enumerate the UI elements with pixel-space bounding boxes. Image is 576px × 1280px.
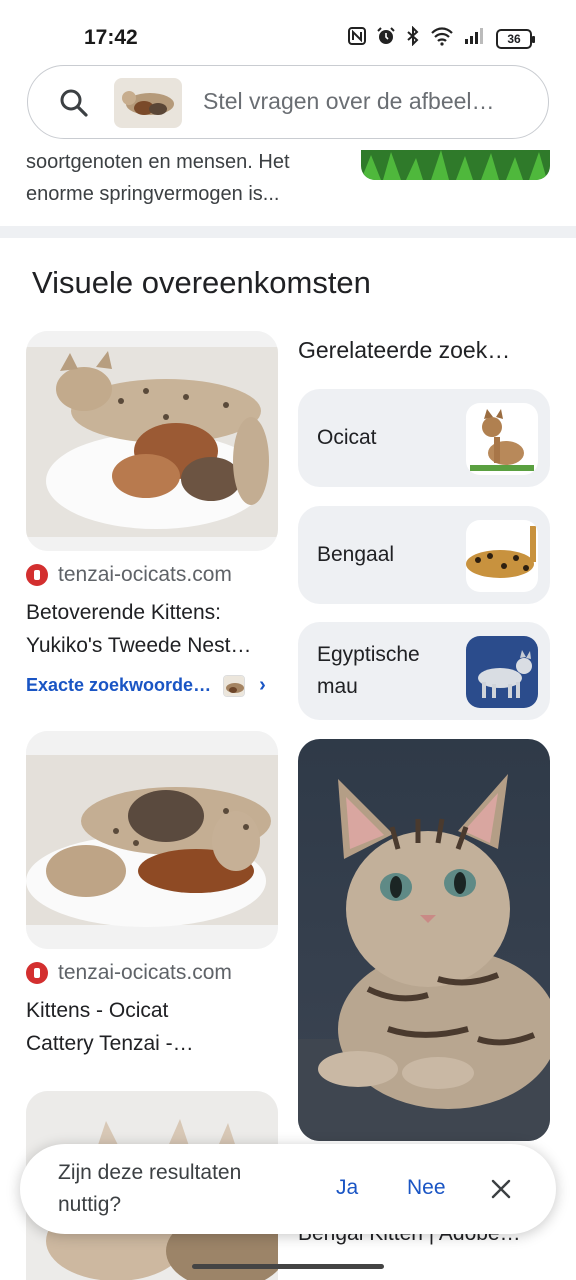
- result-title-line: Betoverende Kittens:: [26, 601, 221, 624]
- exact-match-thumbnail: [223, 674, 246, 697]
- feedback-question: Zijn deze resultaten nuttig?: [58, 1157, 298, 1221]
- search-icon[interactable]: [58, 87, 90, 119]
- nfc-icon: [348, 27, 366, 50]
- related-chip-bengaal[interactable]: Bengaal: [298, 506, 550, 604]
- site-favicon-icon: [26, 564, 48, 586]
- chip-label-line: mau: [317, 675, 358, 698]
- exact-match-link[interactable]: Exacte zoekwoorde… ›: [26, 674, 278, 697]
- related-image-bengal-kitten[interactable]: [298, 739, 550, 1141]
- result-image[interactable]: [26, 731, 278, 949]
- result-title[interactable]: Kittens - Ocicat Cattery Tenzai -…: [26, 994, 278, 1060]
- snippet-image[interactable]: [361, 150, 550, 180]
- related-chip-egyptische-mau[interactable]: Egyptische mau: [298, 622, 550, 720]
- feedback-prompt: Zijn deze resultaten nuttig? Ja Nee: [20, 1144, 556, 1234]
- chip-label: Egyptische mau: [317, 639, 420, 703]
- result-image[interactable]: [26, 331, 278, 551]
- feedback-yes-button[interactable]: Ja: [336, 1176, 358, 1200]
- alarm-icon: [376, 26, 396, 51]
- result-title[interactable]: Betoverende Kittens: Yukiko's Tweede Nes…: [26, 596, 278, 662]
- related-chip-ocicat[interactable]: Ocicat: [298, 389, 550, 487]
- status-icons: 36: [348, 25, 535, 51]
- section-title: Visuele overeenkomsten: [32, 265, 371, 300]
- search-image-thumbnail[interactable]: [114, 78, 182, 128]
- signal-icon: [464, 27, 486, 50]
- exact-match-label[interactable]: Exacte zoekwoorde…: [26, 675, 211, 696]
- feedback-question-line: nuttig?: [58, 1193, 122, 1216]
- chevron-right-icon[interactable]: ›: [259, 674, 266, 697]
- chip-label-line: Egyptische: [317, 643, 420, 666]
- result-title-line: Cattery Tenzai -…: [26, 1032, 194, 1055]
- feedback-no-button[interactable]: Nee: [407, 1176, 446, 1200]
- snippet-line: soortgenoten en mensen. Het: [26, 151, 290, 173]
- status-bar: 17:42 36: [0, 0, 576, 62]
- chip-label: Bengaal: [317, 543, 395, 566]
- chip-image: [466, 520, 538, 592]
- result-source[interactable]: tenzai-ocicats.com: [26, 961, 278, 985]
- snippet-line: enorme springvermogen is...: [26, 183, 280, 205]
- result-snippet: soortgenoten en mensen. Het enorme sprin…: [26, 146, 336, 210]
- home-indicator[interactable]: [192, 1264, 384, 1269]
- chip-image: [466, 636, 538, 708]
- source-domain: tenzai-ocicats.com: [58, 563, 232, 586]
- close-icon[interactable]: [489, 1177, 513, 1201]
- result-card[interactable]: tenzai-ocicats.com Kittens - Ocicat Catt…: [26, 731, 278, 1060]
- battery-icon: 36: [496, 28, 535, 49]
- status-time: 17:42: [84, 26, 138, 49]
- bluetooth-icon: [406, 25, 420, 51]
- search-bar[interactable]: Stel vragen over de afbeel…: [27, 65, 549, 139]
- result-title-line: Yukiko's Tweede Nest…: [26, 634, 252, 657]
- chip-label: Ocicat: [317, 426, 377, 449]
- source-domain: tenzai-ocicats.com: [58, 961, 232, 984]
- wifi-icon: [430, 26, 454, 51]
- result-source[interactable]: tenzai-ocicats.com: [26, 563, 278, 587]
- result-card[interactable]: tenzai-ocicats.com Betoverende Kittens: …: [26, 331, 278, 697]
- site-favicon-icon: [26, 962, 48, 984]
- result-title-line: Kittens - Ocicat: [26, 999, 169, 1022]
- section-divider: [0, 226, 576, 238]
- related-searches-title: Gerelateerde zoek…: [298, 337, 511, 363]
- chip-image: [466, 403, 538, 475]
- feedback-question-line: Zijn deze resultaten: [58, 1161, 242, 1184]
- search-input[interactable]: Stel vragen over de afbeel…: [203, 88, 495, 115]
